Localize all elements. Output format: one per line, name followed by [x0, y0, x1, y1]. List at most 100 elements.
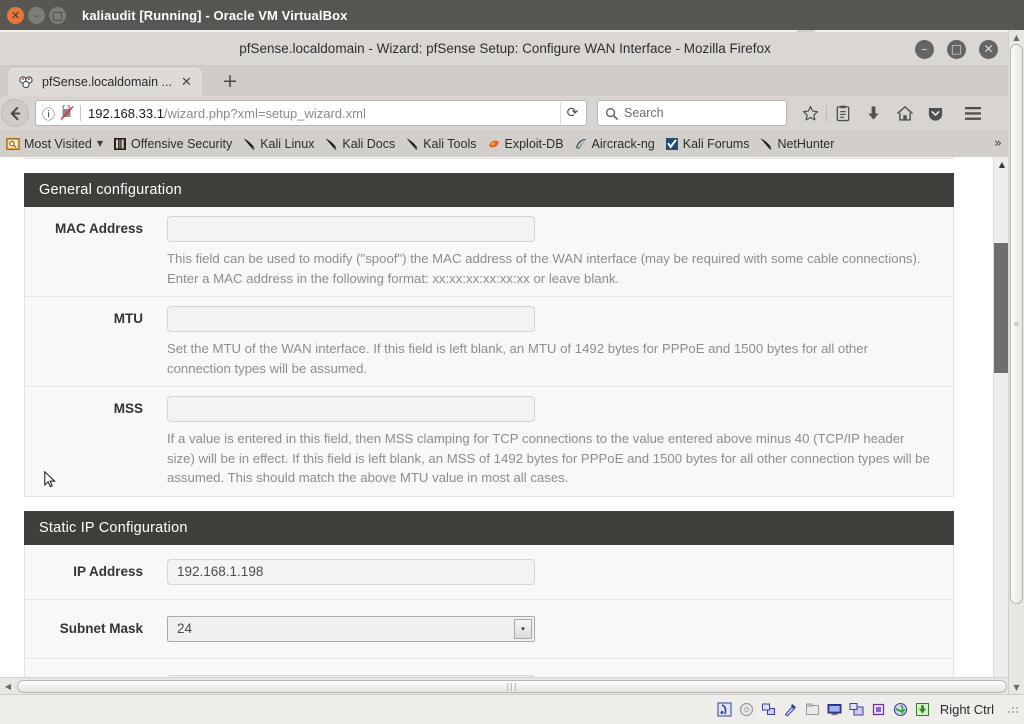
optical-disk-icon[interactable]	[739, 702, 754, 717]
firefox-navbar: ⓘ 192.168.33.1/wizard.php?xml=setup_wiza…	[0, 96, 1010, 130]
vm-minimize-icon: –	[33, 8, 40, 22]
guest-horizontal-scrollbar[interactable]: ◀ ||| ▶	[0, 677, 1024, 694]
menu-icon[interactable]	[957, 99, 988, 127]
pfsense-favicon-icon	[19, 75, 33, 89]
bookmark-aircrack-ng[interactable]: Aircrack-ng	[569, 135, 660, 153]
guest-hscrollbar-thumb[interactable]: |||	[17, 679, 1007, 693]
firefox-minimize-button[interactable]: –	[915, 40, 934, 59]
panel-static-ip-configuration: IP Address 192.168.1.198 Subnet Mask 24 …	[24, 544, 954, 687]
firefox-close-button[interactable]: ✕	[979, 40, 998, 59]
vm-status-bar: Right Ctrl	[0, 694, 1024, 724]
star-icon[interactable]	[795, 99, 826, 127]
harddisk-icon[interactable]	[717, 702, 732, 717]
globe-icon[interactable]	[893, 702, 908, 717]
vm-scroll-up-arrow-icon[interactable]: ▲	[1009, 30, 1024, 44]
bookmarks-overflow-button[interactable]: »	[994, 136, 1002, 151]
back-arrow-icon	[10, 106, 20, 120]
mss-control: If a value is entered in this field, the…	[167, 396, 953, 488]
mac-address-control: This field can be used to modify ("spoof…	[167, 216, 953, 288]
identity-info-icon[interactable]: ⓘ	[42, 104, 55, 123]
network-icon[interactable]	[761, 702, 776, 717]
page-content: SelectedType Static ▾ General configurat…	[0, 157, 978, 687]
tab-pfsense[interactable]: pfSense.localdomain ... ✕	[8, 68, 202, 96]
bookmark-kali-tools[interactable]: Kali Tools	[400, 135, 481, 153]
mac-address-label: MAC Address	[54, 221, 143, 236]
chevron-down-icon[interactable]: ▾	[514, 618, 532, 639]
search-placeholder: Search	[624, 106, 664, 120]
search-bar[interactable]: Search	[597, 100, 787, 126]
kali-forums-icon	[665, 137, 679, 151]
mss-label: MSS	[113, 401, 143, 416]
bookmark-exploit-db[interactable]: Exploit-DB	[482, 135, 569, 153]
reload-icon[interactable]: ⟳	[560, 102, 584, 124]
cpu-icon[interactable]	[871, 702, 886, 717]
toolbar-icons	[795, 99, 988, 127]
kali-dragon-icon	[242, 137, 256, 151]
pocket-icon[interactable]	[920, 99, 951, 127]
bookmark-label: Kali Docs	[342, 136, 396, 151]
bookmarks-bar: Most Visited ▼ Offensive Security Kali L…	[0, 130, 1010, 157]
bookmark-kali-docs[interactable]: Kali Docs	[319, 135, 400, 153]
mss-input[interactable]	[167, 396, 535, 422]
vm-close-button[interactable]: ✕	[7, 6, 24, 24]
section-header-general: General configuration	[24, 173, 954, 207]
aircrack-icon	[574, 137, 588, 151]
subnet-mask-label: Subnet Mask	[59, 620, 143, 636]
vm-scroll-down-arrow-icon[interactable]: ▼	[1009, 680, 1024, 694]
bookmark-most-visited[interactable]: Most Visited ▼	[1, 135, 108, 153]
usb-icon[interactable]	[783, 702, 798, 717]
firefox-window-controls: – □ ✕	[915, 40, 998, 59]
bookmark-offensive-security[interactable]: Offensive Security	[108, 135, 237, 153]
panel-general-configuration: MAC Address This field can be used to mo…	[24, 207, 954, 497]
mtu-help: Set the MTU of the WAN interface. If thi…	[167, 341, 868, 376]
back-button[interactable]	[1, 99, 29, 127]
capture-icon[interactable]	[915, 702, 930, 717]
ip-address-control: 192.168.1.198	[167, 558, 953, 585]
most-visited-icon	[6, 137, 20, 151]
bookmark-label: Kali Tools	[423, 136, 477, 151]
ip-address-input[interactable]: 192.168.1.198	[167, 558, 535, 585]
search-icon	[605, 107, 618, 120]
firefox-window-title: pfSense.localdomain - Wizard: pfSense Se…	[239, 41, 771, 56]
display-icon[interactable]	[827, 702, 842, 717]
url-bar[interactable]: ⓘ 192.168.33.1/wizard.php?xml=setup_wiza…	[35, 100, 587, 126]
bookmark-nethunter[interactable]: NetHunter	[754, 135, 839, 153]
field-row-ip-address: IP Address 192.168.1.198	[25, 545, 953, 600]
url-text: 192.168.33.1/wizard.php?xml=setup_wizard…	[88, 106, 560, 121]
bookmark-kali-linux[interactable]: Kali Linux	[237, 135, 319, 153]
library-icon[interactable]	[827, 99, 858, 127]
vm-vertical-scrollbar[interactable]: ▲ ≡ ▼	[1008, 30, 1024, 694]
shared-folder-icon[interactable]	[805, 702, 820, 717]
subnet-mask-select[interactable]: 24 ▾	[167, 615, 535, 642]
mac-address-input[interactable]	[167, 216, 535, 242]
vm-title: kaliaudit [Running] - Oracle VM VirtualB…	[82, 7, 348, 23]
offensive-security-icon	[113, 137, 127, 151]
section-gap	[0, 159, 978, 173]
mac-address-help: This field can be used to modify ("spoof…	[167, 251, 921, 286]
vm-maximize-button[interactable]: □	[49, 6, 66, 24]
bookmark-kali-forums[interactable]: Kali Forums	[660, 135, 755, 153]
kali-dragon-icon	[759, 137, 773, 151]
mtu-input[interactable]	[167, 306, 535, 332]
new-tab-button[interactable]: +	[222, 71, 238, 91]
url-host: 192.168.33.1	[88, 105, 164, 121]
vm-vscrollbar-thumb[interactable]: ≡	[1010, 44, 1023, 604]
subnet-mask-value: 24	[177, 620, 193, 636]
firefox-maximize-button[interactable]: □	[947, 40, 966, 59]
firefox-tabstrip: pfSense.localdomain ... ✕ +	[0, 66, 1010, 96]
resize-grip[interactable]	[1007, 704, 1018, 715]
field-row-mtu: MTU Set the MTU of the WAN interface. If…	[25, 297, 953, 387]
home-icon[interactable]	[889, 99, 920, 127]
hscroll-left-arrow-icon[interactable]: ◀	[0, 682, 16, 691]
vm-guest-screen: pfSense.localdomain - Wizard: pfSense Se…	[0, 30, 1024, 694]
vm-minimize-button[interactable]: –	[28, 6, 45, 24]
ip-address-label: IP Address	[73, 563, 143, 579]
field-row-subnet-mask: Subnet Mask 24 ▾	[25, 600, 953, 659]
insecure-login-icon	[60, 105, 74, 121]
section-header-static-ip: Static IP Configuration	[24, 510, 954, 545]
remote-desktop-icon[interactable]	[849, 702, 864, 717]
downloads-icon[interactable]	[858, 99, 889, 127]
subnet-mask-control: 24 ▾	[167, 615, 953, 642]
bookmark-label: Exploit-DB	[504, 136, 564, 151]
tab-close-icon[interactable]: ✕	[181, 75, 192, 90]
